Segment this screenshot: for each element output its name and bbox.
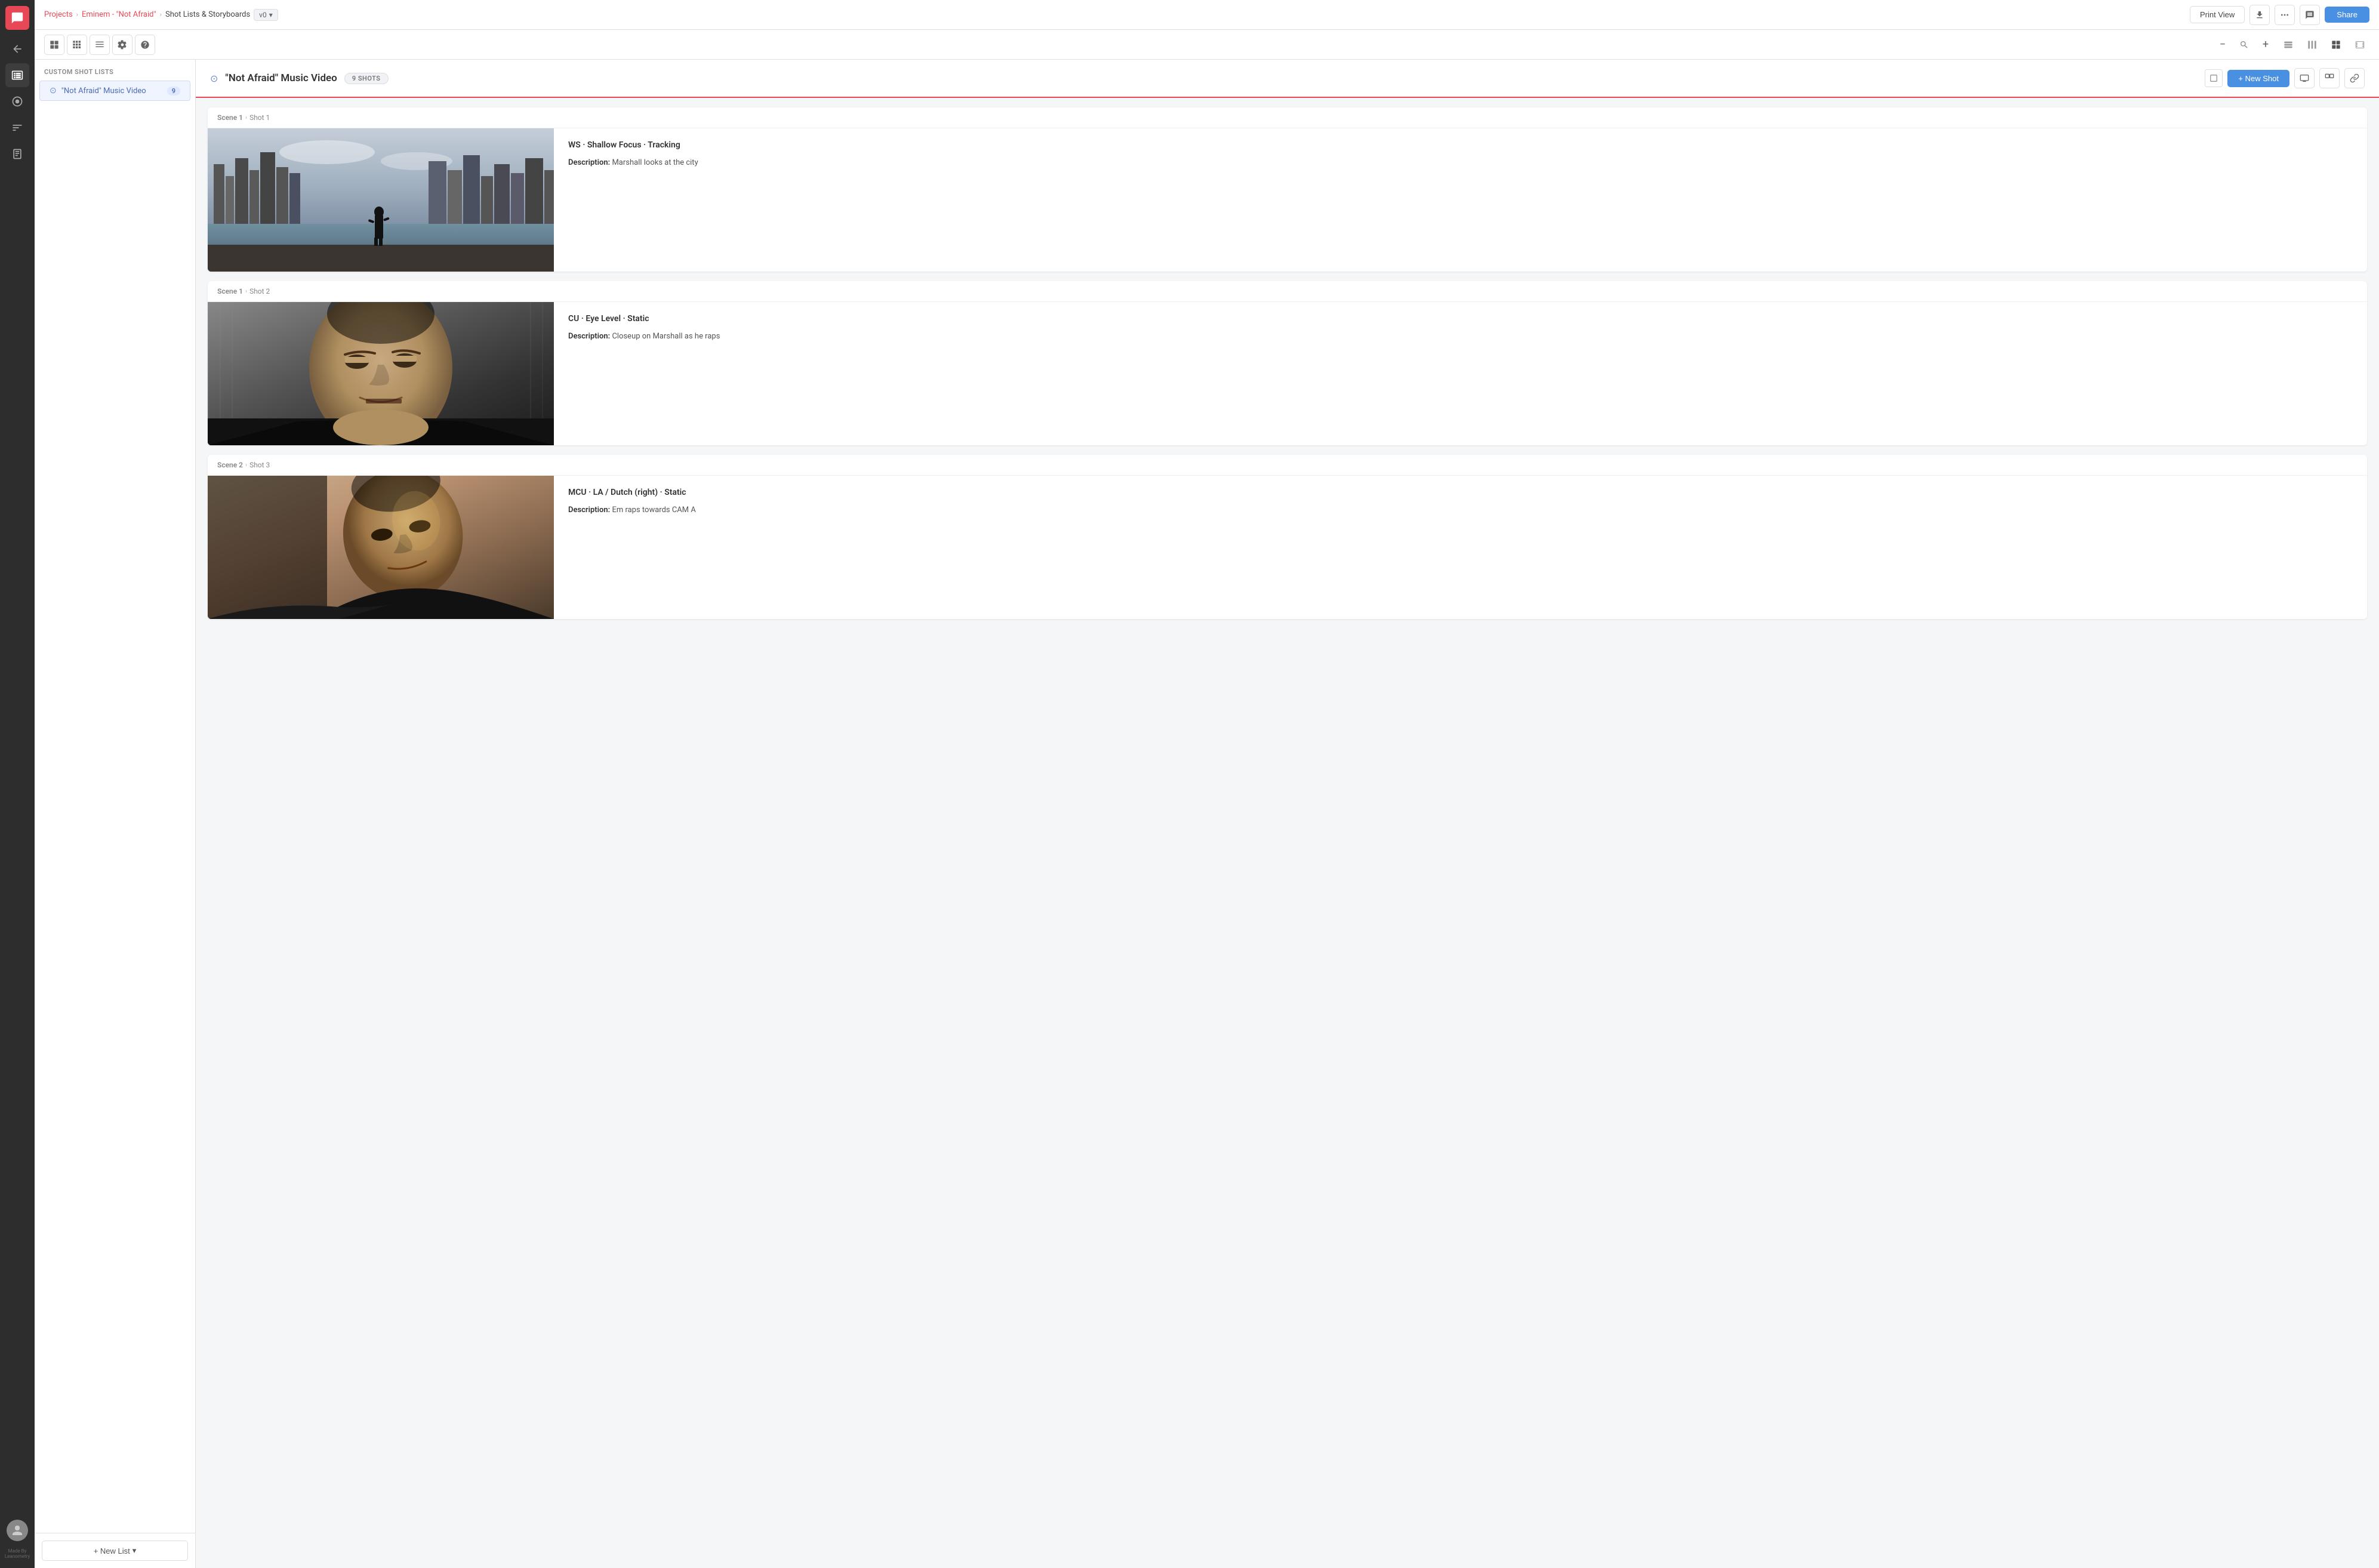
view-columns-button[interactable] [2303, 35, 2322, 54]
toolbar-right: − + [2214, 35, 2369, 54]
shot-view-grid-button[interactable] [2319, 68, 2340, 88]
shot-3-number: Shot 3 [249, 461, 270, 469]
zoom-in-button[interactable]: + [2257, 36, 2274, 53]
left-sidebar: Made ByLeanometry [0, 0, 35, 1568]
shot-3-image [208, 476, 554, 619]
version-dropdown[interactable]: v0 ▾ [254, 9, 278, 21]
zoom-fit-button[interactable] [2236, 36, 2252, 53]
list-item-name: "Not Afraid" Music Video [61, 87, 167, 96]
shot-card-1-body: WS · Shallow Focus · Tracking Descriptio… [208, 128, 2367, 272]
shot-3-image-area[interactable] [208, 476, 554, 619]
view-grid-button[interactable] [67, 35, 87, 55]
main-content: Projects › Eminem - "Not Afraid" › Shot … [35, 0, 2379, 1568]
shot-2-image [208, 302, 554, 445]
breadcrumb-sep-2: › [160, 11, 162, 19]
breadcrumb: Projects › Eminem - "Not Afraid" › Shot … [44, 9, 278, 21]
user-avatar[interactable] [7, 1520, 28, 1541]
top-header: Projects › Eminem - "Not Afraid" › Shot … [35, 0, 2379, 30]
breadcrumb-projects[interactable]: Projects [44, 10, 73, 19]
shot-3-description: Description: Em raps towards CAM A [568, 504, 2353, 516]
toolbar-row: − + [35, 30, 2379, 60]
nav-settings-icon[interactable] [5, 90, 29, 113]
storyboard-actions: + New Shot [2205, 68, 2365, 88]
download-button[interactable] [2249, 5, 2270, 25]
shot-3-info: MCU · LA / Dutch (right) · Static Descri… [554, 476, 2367, 619]
view-list-button[interactable] [90, 35, 110, 55]
shot-view-screen-button[interactable] [2294, 68, 2315, 88]
shot-card-2-header: Scene 1 › Shot 2 [208, 281, 2367, 302]
shot-3-scene: Scene 2 [217, 461, 243, 469]
shot-card-1-header: Scene 1 › Shot 1 [208, 107, 2367, 128]
nav-filter-icon[interactable] [5, 116, 29, 140]
body-area: CUSTOM SHOT LISTS ⊙ "Not Afraid" Music V… [35, 60, 2379, 1568]
nav-back-icon[interactable] [5, 37, 29, 61]
panel-sidebar: CUSTOM SHOT LISTS ⊙ "Not Afraid" Music V… [35, 60, 196, 1568]
view-rows-button[interactable] [2279, 35, 2298, 54]
breadcrumb-project-name[interactable]: Eminem - "Not Afraid" [82, 10, 156, 19]
shot-2-info: CU · Eye Level · Static Description: Clo… [554, 302, 2367, 445]
shot-2-description: Description: Closeup on Marshall as he r… [568, 331, 2353, 343]
shot-card-3: Scene 2 › Shot 3 [208, 455, 2367, 619]
shot-3-tags: MCU · LA / Dutch (right) · Static [568, 488, 2353, 497]
shot-card-3-body: MCU · LA / Dutch (right) · Static Descri… [208, 476, 2367, 619]
help-button[interactable] [135, 35, 155, 55]
shot-2-scene: Scene 1 [217, 287, 243, 295]
shot-2-tags: CU · Eye Level · Static [568, 314, 2353, 324]
shot-card-1: Scene 1 › Shot 1 [208, 107, 2367, 272]
shot-list-item[interactable]: ⊙ "Not Afraid" Music Video 9 [39, 81, 190, 101]
shot-2-image-area[interactable] [208, 302, 554, 445]
chat-button[interactable] [2300, 5, 2320, 25]
breadcrumb-current: Shot Lists & Storyboards [165, 10, 250, 19]
nav-storyboard-icon[interactable] [5, 63, 29, 87]
storyboard-header: ⊙ "Not Afraid" Music Video 9 SHOTS + New… [196, 60, 2379, 98]
toolbar-left [44, 35, 155, 55]
settings-button[interactable] [112, 35, 132, 55]
shot-1-tags: WS · Shallow Focus · Tracking [568, 140, 2353, 150]
zoom-out-button[interactable]: − [2214, 36, 2231, 53]
share-button[interactable]: Share [2325, 7, 2369, 23]
made-by-label: Made ByLeanometry [5, 1548, 30, 1560]
storyboard-title-area: ⊙ "Not Afraid" Music Video 9 SHOTS [210, 72, 389, 84]
view-grid-2-button[interactable] [2326, 35, 2346, 54]
storyboard-title: "Not Afraid" Music Video [225, 72, 337, 84]
checkbox-button[interactable] [2205, 69, 2223, 87]
new-shot-button[interactable]: + New Shot [2227, 70, 2289, 87]
shot-1-number: Shot 1 [249, 113, 270, 122]
header-actions: Print View Share [2190, 5, 2369, 25]
shot-card-2: Scene 1 › Shot 2 [208, 281, 2367, 445]
shot-1-description: Description: Marshall looks at the city [568, 157, 2353, 169]
more-options-button[interactable] [2275, 5, 2295, 25]
shot-1-info: WS · Shallow Focus · Tracking Descriptio… [554, 128, 2367, 272]
list-icon: ⊙ [50, 86, 57, 96]
shot-1-scene: Scene 1 [217, 113, 243, 122]
shot-lists-section-title: CUSTOM SHOT LISTS [35, 60, 195, 81]
print-view-button[interactable]: Print View [2190, 6, 2245, 23]
nav-book-icon[interactable] [5, 142, 29, 166]
storyboard-area: ⊙ "Not Afraid" Music Video 9 SHOTS + New… [196, 60, 2379, 1568]
shot-view-link-button[interactable] [2344, 68, 2365, 88]
shot-1-image-area[interactable] [208, 128, 554, 272]
list-item-count: 9 [167, 87, 180, 96]
storyboard-icon: ⊙ [210, 73, 218, 84]
shot-1-image [208, 128, 554, 272]
new-list-button[interactable]: + New List ▾ [42, 1541, 188, 1561]
panel-footer: + New List ▾ [35, 1533, 195, 1568]
shot-2-number: Shot 2 [249, 287, 270, 295]
breadcrumb-sep-1: › [76, 11, 78, 19]
app-logo[interactable] [5, 6, 29, 30]
shot-card-3-header: Scene 2 › Shot 3 [208, 455, 2367, 476]
shots-count-badge: 9 SHOTS [344, 73, 389, 84]
view-filmstrip-button[interactable] [2350, 35, 2369, 54]
shot-card-2-body: CU · Eye Level · Static Description: Clo… [208, 302, 2367, 445]
view-card-button[interactable] [44, 35, 64, 55]
